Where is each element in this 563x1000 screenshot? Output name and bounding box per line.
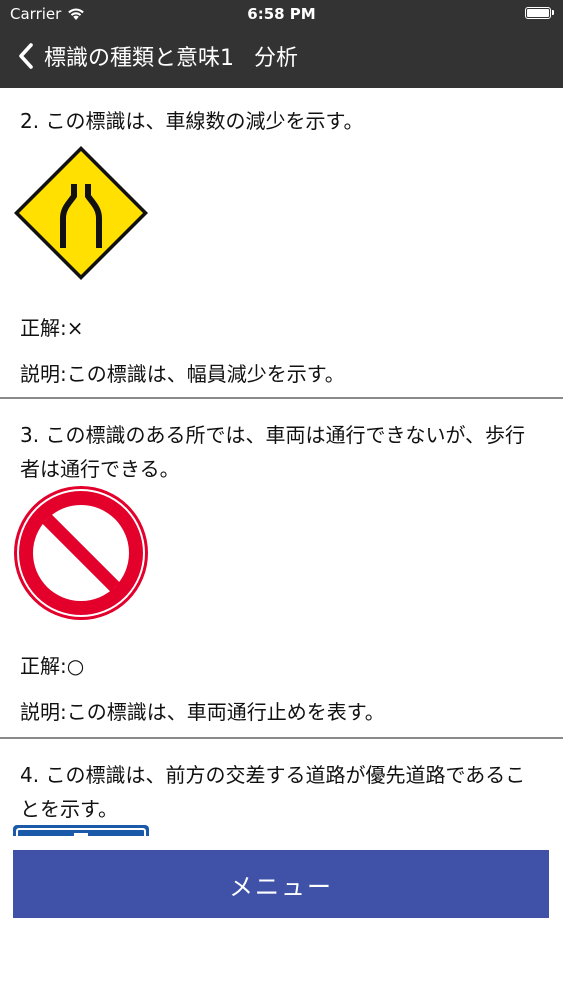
status-time: 6:58 PM [247,5,316,23]
status-bar: Carrier 6:58 PM [0,0,563,30]
nav-title: 標識の種類と意味1 [44,46,234,71]
lane-reduction-sign-icon [14,146,148,280]
menu-button[interactable]: メニュー [13,850,549,918]
no-entry-sign-icon [14,486,148,620]
back-button[interactable]: 標識の種類と意味1 [14,40,234,72]
question-text: 4. この標識は、前方の交差する道路が優先道路であることを示す。 [20,763,526,821]
answer-label: 正解:○ [20,654,85,678]
answer-label: 正解:× [20,316,84,340]
question-text: 2. この標識は、車線数の減少を示す。 [20,109,364,133]
top-bar: Carrier 6:58 PM 標識の種類と意味1 分析 [0,0,563,88]
divider [0,737,563,739]
chevron-left-icon [19,43,33,69]
divider [0,397,563,399]
priority-road-sign-icon [13,825,149,836]
navigation-bar: 標識の種類と意味1 分析 [0,34,563,78]
question-text: 3. この標識のある所では、車両は通行できないが、歩行者は通行できる。 [20,423,526,481]
explanation-text: 説明:この標識は、幅員減少を示す。 [20,362,345,386]
battery-fill [527,9,549,17]
nav-subtitle: 分析 [254,46,299,71]
results-list[interactable]: 2. この標識は、車線数の減少を示す。 正解:× 説明:この標識は、幅員減少を示… [0,88,563,836]
battery-icon [525,7,554,19]
explanation-text: 説明:この標識は、車両通行止めを表す。 [20,700,385,724]
